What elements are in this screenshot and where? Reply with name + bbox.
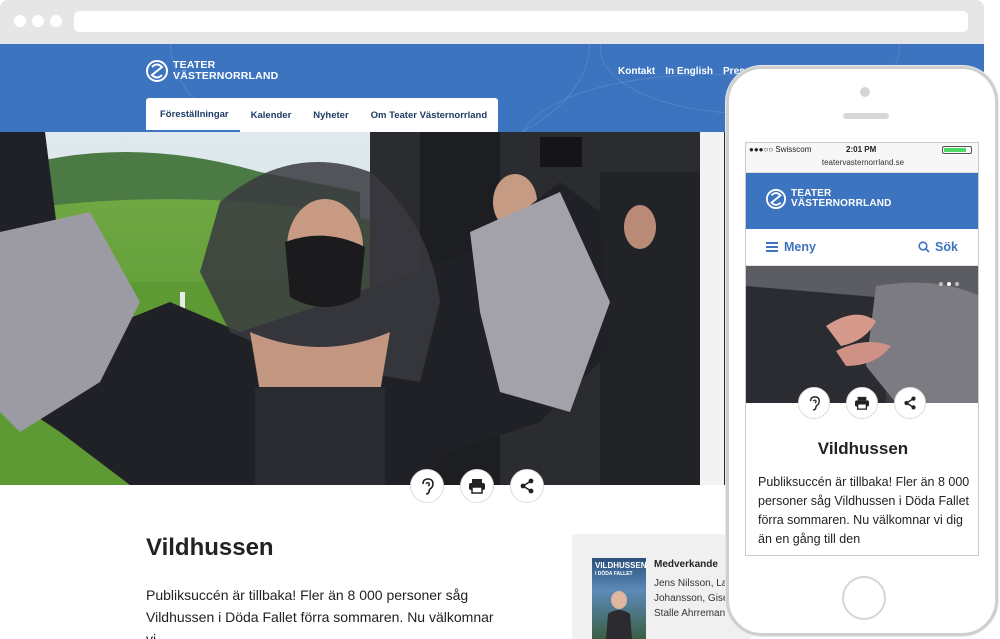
tab-kalender[interactable]: Kalender: [239, 98, 303, 132]
menu-label: Meny: [784, 240, 816, 254]
article-intro: Publiksuccén är tillbaka! Fler än 8 000 …: [146, 584, 506, 639]
mobile-logo[interactable]: TEATER VÄSTERNORRLAND: [766, 187, 892, 211]
mobile-print-button[interactable]: [846, 387, 878, 419]
mobile-page-title: Vildhussen: [817, 439, 909, 458]
clock: 2:01 PM: [846, 145, 877, 154]
tab-nyheter[interactable]: Nyheter: [302, 98, 360, 132]
speaker-grille: [843, 113, 889, 119]
browser-toolbar: [0, 0, 984, 44]
show-poster[interactable]: VILDHUSSEN I DÖDA FALLET: [592, 558, 646, 639]
mobile-listen-button[interactable]: [798, 387, 830, 419]
ear-icon: [422, 478, 434, 495]
poster-title-2: I DÖDA FALLET: [595, 571, 633, 577]
carrier-label: ●●●○○ Swisscom: [749, 145, 812, 154]
search-icon: [918, 241, 930, 253]
address-bar[interactable]: [74, 11, 968, 32]
mobile-article-text: Publiksuccén är tillbaka! Fler än 8 000 …: [758, 475, 970, 546]
site-logo[interactable]: TEATER VÄSTERNORRLAND: [146, 58, 278, 84]
cast-line: Jens Nilsson, La: [654, 578, 728, 589]
battery-icon: [942, 146, 972, 154]
window-dot-icon[interactable]: [50, 15, 62, 27]
search-label: Sök: [935, 240, 958, 254]
share-icon: [520, 478, 534, 494]
poster-title-1: VILDHUSSEN: [595, 561, 646, 570]
mobile-hero-image: [746, 266, 978, 403]
print-icon: [855, 396, 869, 410]
logo-swirl-icon: [146, 60, 168, 82]
camera-icon: [860, 87, 870, 97]
logo-text: TEATER VÄSTERNORRLAND: [173, 60, 278, 82]
mobile-header: TEATER VÄSTERNORRLAND: [746, 173, 978, 229]
share-icon: [904, 396, 916, 410]
phone-device: ●●●○○ Swisscom 2:01 PM teatervasternorrl…: [726, 66, 998, 636]
poster-title: VILDHUSSEN I DÖDA FALLET: [595, 562, 646, 578]
status-bar: ●●●○○ Swisscom 2:01 PM: [746, 143, 978, 157]
mobile-share-button[interactable]: [894, 387, 926, 419]
search-button[interactable]: Sök: [918, 240, 958, 254]
window-dot-icon[interactable]: [32, 15, 44, 27]
cast-list: Jens Nilsson, La Johansson, Gise Stalle …: [654, 576, 729, 621]
cast-line: Stalle Ahrreman: [654, 608, 726, 619]
tab-forestallningar[interactable]: Föreställningar: [146, 98, 240, 132]
tab-om-teater[interactable]: Om Teater Västernorrland: [359, 98, 499, 132]
mobile-logo-text: TEATER VÄSTERNORRLAND: [791, 188, 892, 210]
ear-icon: [809, 396, 820, 411]
home-button[interactable]: [842, 576, 886, 620]
mobile-nav: Meny Sök: [746, 229, 978, 266]
mobile-url[interactable]: teatervasternorrland.se: [746, 156, 978, 173]
phone-screen: ●●●○○ Swisscom 2:01 PM teatervasternorrl…: [745, 142, 979, 556]
intro-line-1: Publiksuccén är tillbaka! Fler än 8 000 …: [146, 587, 469, 603]
logo-swirl-icon: [766, 189, 786, 209]
window-dot-icon[interactable]: [14, 15, 26, 27]
menu-button[interactable]: Meny: [766, 240, 816, 254]
mobile-action-buttons: [746, 387, 978, 421]
main-nav-tabs: Föreställningar Kalender Nyheter Om Teat…: [146, 98, 499, 132]
page-title: Vildhussen: [146, 534, 274, 561]
print-button[interactable]: [460, 469, 494, 503]
logo-line-2: VÄSTERNORRLAND: [173, 70, 279, 82]
cast-heading: Medverkande: [654, 559, 718, 570]
top-links: Kontakt In English Press: [618, 66, 750, 77]
hamburger-icon: [766, 242, 778, 252]
intro-line-2: Vildhussen i Döda Fallet förra sommaren.…: [146, 609, 494, 639]
cast-card: VILDHUSSEN I DÖDA FALLET Medverkande Jen…: [572, 534, 752, 639]
cast-line: Johansson, Gise: [654, 593, 729, 604]
mobile-logo-line-2: VÄSTERNORRLAND: [791, 198, 892, 209]
mockup-stage: TEATER VÄSTERNORRLAND Kontakt In English…: [0, 0, 1000, 639]
link-in-english[interactable]: In English: [665, 66, 713, 77]
link-kontakt[interactable]: Kontakt: [618, 66, 655, 77]
share-button[interactable]: [510, 469, 544, 503]
print-icon: [469, 479, 485, 494]
listen-button[interactable]: [410, 469, 444, 503]
